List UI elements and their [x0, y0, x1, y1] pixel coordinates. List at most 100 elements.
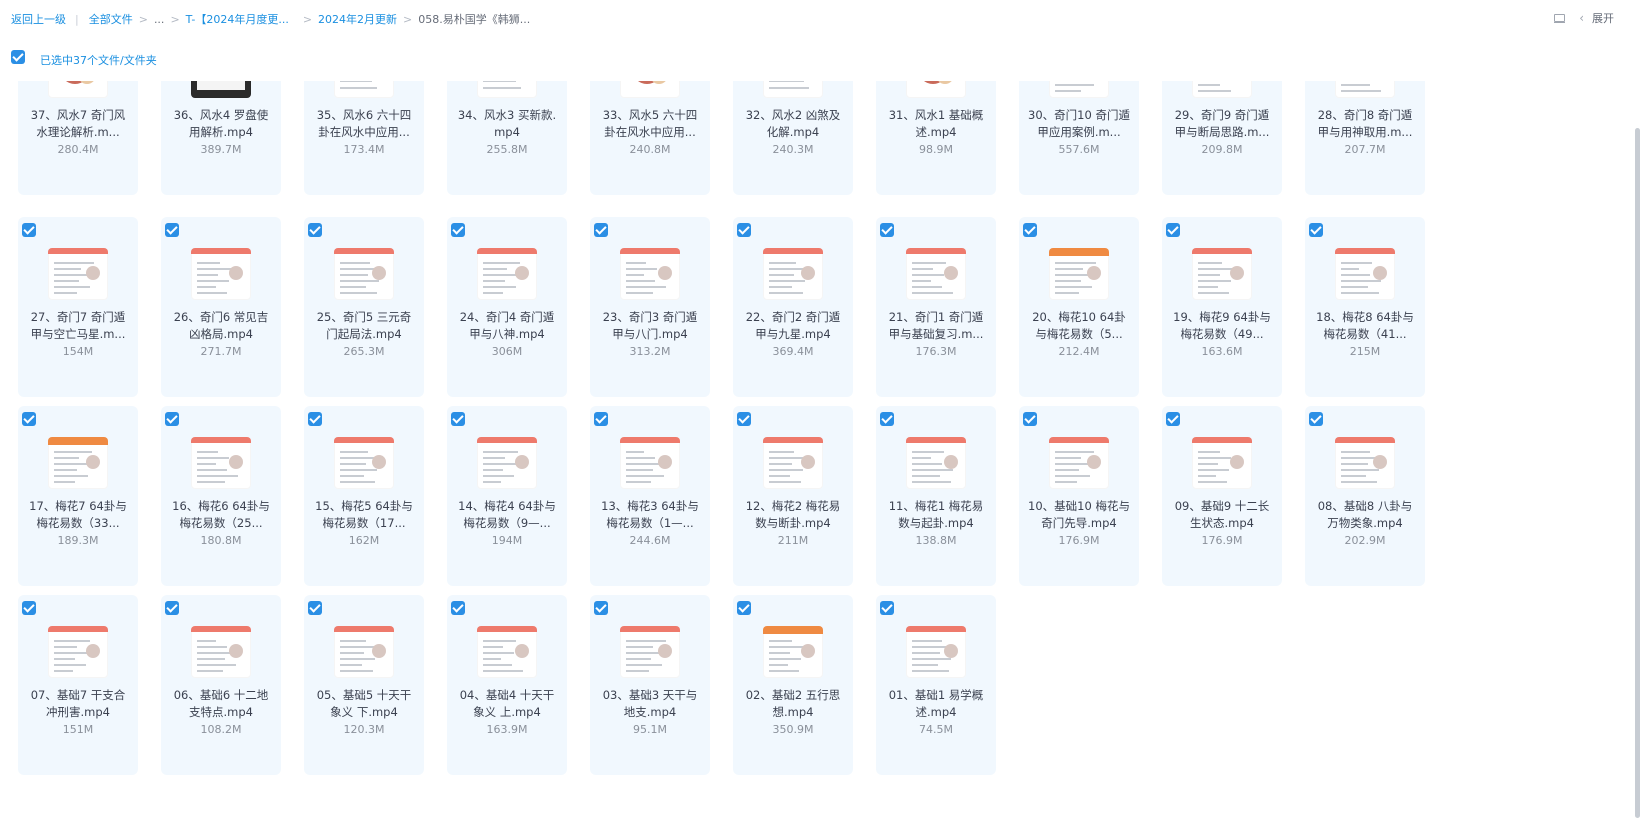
video-thumbnail — [763, 626, 823, 678]
list-layout-icon[interactable] — [1553, 13, 1566, 24]
file-card[interactable]: 21、奇门1 奇门遁 甲与基础复习.m... 176.3M — [876, 217, 996, 397]
top-bar: 返回上一级 | 全部文件 > ... > T-【2024年月度更... > 20… — [0, 0, 1646, 36]
file-card[interactable]: 05、基础5 十天干 象义 下.mp4 120.3M — [304, 595, 424, 775]
file-name: 16、梅花6 64卦与 梅花易数（25... — [172, 499, 270, 530]
file-checkbox[interactable] — [737, 223, 751, 237]
file-checkbox[interactable] — [880, 412, 894, 426]
file-checkbox[interactable] — [737, 412, 751, 426]
file-card[interactable]: 36、风水4 罗盘使 用解析.mp4 389.7M — [161, 81, 281, 195]
file-card[interactable]: 24、奇门4 奇门遁 甲与八神.mp4 306M — [447, 217, 567, 397]
video-thumbnail — [620, 626, 680, 678]
file-card[interactable]: 26、奇门6 常见吉 凶格局.mp4 271.7M — [161, 217, 281, 397]
file-card[interactable]: 09、基础9 十二长 生状态.mp4 176.9M — [1162, 406, 1282, 586]
file-card[interactable]: 07、基础7 干支合 冲刑害.mp4 151M — [18, 595, 138, 775]
file-card[interactable]: 14、梅花4 64卦与 梅花易数（9—... 194M — [447, 406, 567, 586]
file-card[interactable]: 06、基础6 十二地 支特点.mp4 108.2M — [161, 595, 281, 775]
file-card[interactable]: 25、奇门5 三元奇 门起局法.mp4 265.3M — [304, 217, 424, 397]
file-checkbox[interactable] — [1309, 223, 1323, 237]
file-checkbox[interactable] — [1023, 223, 1037, 237]
selection-count-text: 已选中37个文件/文件夹 — [40, 54, 157, 67]
file-size: 212.4M — [1058, 345, 1100, 358]
file-card[interactable]: 22、奇门2 奇门遁 甲与九星.mp4 369.4M — [733, 217, 853, 397]
file-checkbox[interactable] — [1023, 412, 1037, 426]
file-checkbox[interactable] — [451, 412, 465, 426]
file-card[interactable]: 12、梅花2 梅花易 数与断卦.mp4 211M — [733, 406, 853, 586]
file-card[interactable]: 02、基础2 五行思 想.mp4 350.9M — [733, 595, 853, 775]
video-thumbnail — [191, 437, 251, 489]
file-size: 194M — [491, 534, 523, 547]
file-card[interactable]: 18、梅花8 64卦与 梅花易数（41... 215M — [1305, 217, 1425, 397]
file-card[interactable]: 30、奇门10 奇门遁 甲应用案例.m... 557.6M — [1019, 81, 1139, 195]
file-card[interactable]: 13、梅花3 64卦与 梅花易数（1—... 244.6M — [590, 406, 710, 586]
file-size: 163.9M — [486, 723, 528, 736]
file-checkbox[interactable] — [308, 412, 322, 426]
video-thumbnail — [334, 81, 394, 98]
file-card[interactable]: 08、基础8 八卦与 万物类象.mp4 202.9M — [1305, 406, 1425, 586]
file-card[interactable]: 27、奇门7 奇门遁 甲与空亡马星.m... 154M — [18, 217, 138, 397]
file-card[interactable]: 34、风水3 买新款. mp4 255.8M — [447, 81, 567, 195]
file-checkbox[interactable] — [308, 223, 322, 237]
file-name: 17、梅花7 64卦与 梅花易数（33... — [29, 499, 127, 530]
file-name: 05、基础5 十天干 象义 下.mp4 — [316, 688, 412, 719]
file-checkbox[interactable] — [880, 601, 894, 615]
file-card[interactable]: 20、梅花10 64卦 与梅花易数（5... 212.4M — [1019, 217, 1139, 397]
file-card[interactable]: 29、奇门9 奇门遁 甲与断局思路.m... 209.8M — [1162, 81, 1282, 195]
file-size: 557.6M — [1058, 143, 1100, 156]
file-checkbox[interactable] — [451, 601, 465, 615]
file-size: 176.9M — [1058, 534, 1100, 547]
file-card[interactable]: 03、基础3 天干与 地支.mp4 95.1M — [590, 595, 710, 775]
file-size: 173.4M — [343, 143, 385, 156]
file-card[interactable]: 37、风水7 奇门风 水理论解析.m... 280.4M — [18, 81, 138, 195]
file-card[interactable]: 33、风水5 六十四 卦在风水中应用... 240.8M — [590, 81, 710, 195]
breadcrumb-folder2[interactable]: 2024年2月更新 — [318, 11, 397, 27]
file-checkbox[interactable] — [165, 601, 179, 615]
file-checkbox[interactable] — [22, 223, 36, 237]
back-link[interactable]: 返回上一级 — [11, 11, 66, 27]
file-card[interactable]: 17、梅花7 64卦与 梅花易数（33... 189.3M — [18, 406, 138, 586]
breadcrumb-folder1[interactable]: T-【2024年月度更... — [186, 11, 289, 27]
video-thumbnail — [906, 437, 966, 489]
file-checkbox[interactable] — [594, 412, 608, 426]
breadcrumb-ellipsis[interactable]: ... — [154, 13, 165, 26]
file-card[interactable]: 01、基础1 易学概 述.mp4 74.5M — [876, 595, 996, 775]
file-checkbox[interactable] — [1166, 223, 1180, 237]
file-size: 162M — [348, 534, 380, 547]
file-size: 280.4M — [57, 143, 99, 156]
file-card[interactable]: 10、基础10 梅花与 奇门先导.mp4 176.9M — [1019, 406, 1139, 586]
vertical-scrollbar[interactable] — [1635, 128, 1640, 818]
file-card[interactable]: 04、基础4 十天干 象义 上.mp4 163.9M — [447, 595, 567, 775]
file-checkbox[interactable] — [22, 412, 36, 426]
file-card[interactable]: 11、梅花1 梅花易 数与起卦.mp4 138.8M — [876, 406, 996, 586]
file-checkbox[interactable] — [165, 412, 179, 426]
file-checkbox[interactable] — [308, 601, 322, 615]
file-checkbox[interactable] — [594, 223, 608, 237]
video-thumbnail — [763, 248, 823, 300]
file-card[interactable]: 31、风水1 基础概 述.mp4 98.9M — [876, 81, 996, 195]
file-checkbox[interactable] — [1166, 412, 1180, 426]
file-name: 14、梅花4 64卦与 梅花易数（9—... — [458, 499, 556, 530]
file-name: 11、梅花1 梅花易 数与起卦.mp4 — [888, 499, 984, 530]
file-checkbox[interactable] — [451, 223, 465, 237]
file-checkbox[interactable] — [1309, 412, 1323, 426]
video-thumbnail — [334, 626, 394, 678]
expand-button[interactable]: ‹ 展开 — [1579, 10, 1614, 26]
file-card[interactable]: 32、风水2 凶煞及 化解.mp4 240.3M — [733, 81, 853, 195]
file-checkbox[interactable] — [737, 601, 751, 615]
file-checkbox[interactable] — [165, 223, 179, 237]
breadcrumb-all-files[interactable]: 全部文件 — [89, 11, 133, 27]
file-card[interactable]: 16、梅花6 64卦与 梅花易数（25... 180.8M — [161, 406, 281, 586]
file-name: 08、基础8 八卦与 万物类象.mp4 — [1317, 499, 1413, 530]
file-card[interactable]: 28、奇门8 奇门遁 甲与用神取用.m... 207.7M — [1305, 81, 1425, 195]
file-card[interactable]: 35、风水6 六十四 卦在风水中应用... 173.4M — [304, 81, 424, 195]
file-checkbox[interactable] — [880, 223, 894, 237]
file-card[interactable]: 15、梅花5 64卦与 梅花易数（17... 162M — [304, 406, 424, 586]
file-name: 18、梅花8 64卦与 梅花易数（41... — [1316, 310, 1414, 341]
file-size: 120.3M — [343, 723, 385, 736]
file-size: 74.5M — [919, 723, 953, 736]
file-card[interactable]: 19、梅花9 64卦与 梅花易数（49... 163.6M — [1162, 217, 1282, 397]
file-size: 240.8M — [629, 143, 671, 156]
file-checkbox[interactable] — [22, 601, 36, 615]
select-all-checkbox[interactable] — [11, 50, 25, 64]
file-card[interactable]: 23、奇门3 奇门遁 甲与八门.mp4 313.2M — [590, 217, 710, 397]
file-checkbox[interactable] — [594, 601, 608, 615]
